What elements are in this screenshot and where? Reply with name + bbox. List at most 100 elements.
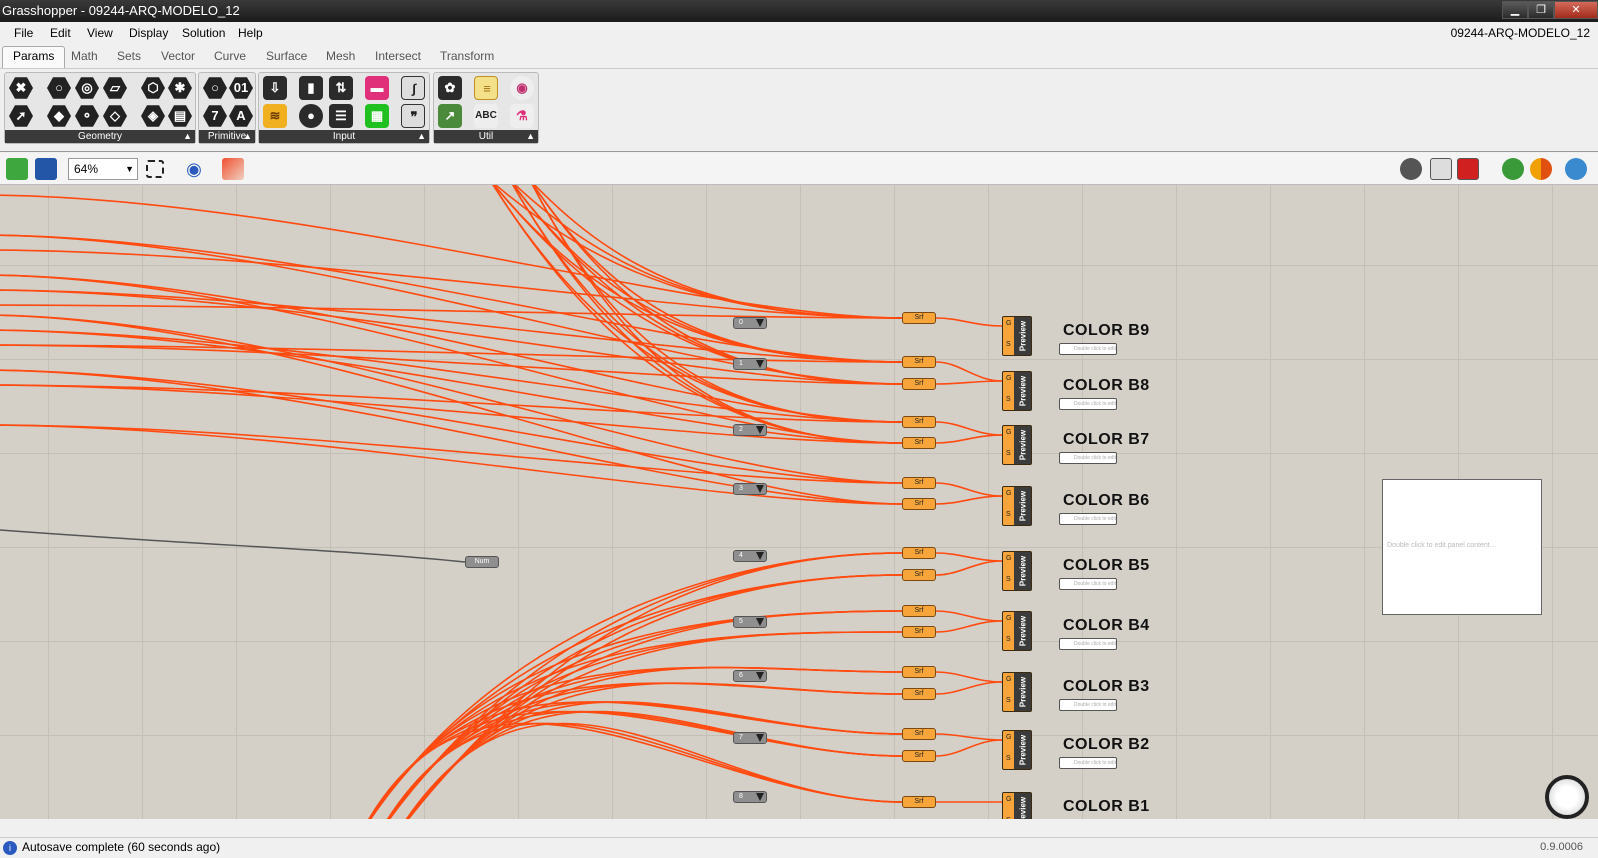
custom-preview-component[interactable]: G SPreview — [1002, 792, 1032, 819]
srf-param[interactable]: Srf — [902, 437, 936, 449]
plane-param-icon[interactable]: ◆ — [47, 105, 71, 127]
colour-panel[interactable]: Double click to edit — [1059, 452, 1117, 464]
colour-panel[interactable]: Double click to edit — [1059, 757, 1117, 769]
panel-component[interactable]: Double click to edit panel content… — [1382, 479, 1542, 615]
number-slider[interactable]: 0 — [733, 317, 767, 329]
string-param-icon[interactable]: A — [229, 105, 253, 127]
number-slider[interactable]: 1 — [733, 358, 767, 370]
geometry-input[interactable]: G — [1006, 320, 1011, 327]
navigation-compass-icon[interactable] — [1545, 775, 1589, 819]
colour-panel[interactable]: Double click to edit — [1059, 699, 1117, 711]
colour-swatch-icon[interactable]: ▬ — [365, 76, 389, 100]
slider-grip-icon[interactable] — [756, 426, 764, 434]
srf-param[interactable]: Srf — [902, 688, 936, 700]
circle-param-icon[interactable]: ○ — [47, 77, 71, 99]
param-viewer-icon[interactable]: ↗ — [438, 104, 462, 128]
shader-input[interactable]: S — [1006, 341, 1011, 348]
button-object-icon[interactable]: ▮ — [299, 76, 323, 100]
zoom-select[interactable]: 64% ▼ — [68, 158, 138, 180]
number-slider[interactable]: 4 — [733, 550, 767, 562]
tab-curve[interactable]: Curve — [214, 49, 246, 63]
colour-panel[interactable]: Double click to edit — [1059, 398, 1117, 410]
colour-panel[interactable]: Double click to edit — [1059, 513, 1117, 525]
circular-arc-param-icon[interactable]: ◎ — [75, 77, 99, 99]
srf-param[interactable]: Srf — [902, 626, 936, 638]
srf-param[interactable]: Srf — [902, 666, 936, 678]
menu-solution[interactable]: Solution — [182, 26, 225, 40]
menu-file[interactable]: File — [14, 26, 33, 40]
preview-mode-icon[interactable] — [1400, 158, 1422, 180]
save-file-icon[interactable] — [35, 158, 57, 180]
shader-input[interactable]: S — [1006, 450, 1011, 457]
slider-grip-icon[interactable] — [756, 552, 764, 560]
slider-grip-icon[interactable] — [756, 360, 764, 368]
value-list-icon[interactable]: ☰ — [329, 104, 353, 128]
number-slider[interactable]: 6 — [733, 670, 767, 682]
srf-param[interactable]: Srf — [902, 312, 936, 324]
preview-settings-icon[interactable] — [1565, 158, 1587, 180]
wireframe-icon[interactable] — [1430, 158, 1452, 180]
close-button[interactable]: ✕ — [1554, 1, 1598, 19]
shaded-preview-icon[interactable] — [1457, 158, 1479, 180]
minimize-button[interactable]: ▁ — [1502, 1, 1528, 19]
mesh-param-icon[interactable]: ◈ — [141, 105, 165, 127]
geometry-input[interactable]: G — [1006, 734, 1011, 741]
group-label-geometry[interactable]: Geometry ▲ — [5, 130, 195, 143]
number-slider[interactable]: 2 — [733, 424, 767, 436]
slider-grip-icon[interactable] — [756, 485, 764, 493]
fitness-flask-icon[interactable]: ⚗ — [510, 104, 534, 128]
srf-param[interactable]: Srf — [902, 498, 936, 510]
tab-params[interactable]: Params — [2, 46, 66, 68]
rectangle-param-icon[interactable]: ◇ — [103, 105, 127, 127]
custom-preview-component[interactable]: G SPreview — [1002, 316, 1032, 356]
geometry-input[interactable]: G — [1006, 615, 1011, 622]
num-param[interactable]: Num — [465, 556, 499, 568]
srf-param[interactable]: Srf — [902, 416, 936, 428]
menu-edit[interactable]: Edit — [50, 26, 71, 40]
gradient-icon[interactable]: ≋ — [263, 104, 287, 128]
boolean-toggle-icon[interactable]: ⇅ — [329, 76, 353, 100]
colour-panel[interactable]: Double click to edit — [1059, 343, 1117, 355]
cluster-icon[interactable]: ✿ — [438, 76, 462, 100]
slider-grip-icon[interactable] — [756, 672, 764, 680]
shader-input[interactable]: S — [1006, 755, 1011, 762]
open-file-icon[interactable] — [6, 158, 28, 180]
panel-icon[interactable]: ❞ — [401, 104, 425, 128]
slider-grip-icon[interactable] — [756, 319, 764, 327]
sketch-icon[interactable] — [222, 158, 244, 180]
number-slider[interactable]: 3 — [733, 483, 767, 495]
grasshopper-canvas[interactable]: 0 1 2 3 4 5 6 7 8 Srf Srf Srf Srf Srf Srf Srf Srf Srf Srf S… — [0, 185, 1598, 819]
group-label-primitive[interactable]: Primitive ▲ — [199, 130, 255, 143]
number-slider[interactable]: 8 — [733, 791, 767, 803]
number-slider[interactable]: 7 — [733, 732, 767, 744]
tab-transform[interactable]: Transform — [440, 49, 494, 63]
menu-display[interactable]: Display — [129, 26, 168, 40]
menu-view[interactable]: View — [87, 26, 113, 40]
shader-input[interactable]: S — [1006, 817, 1011, 819]
tab-mesh[interactable]: Mesh — [326, 49, 355, 63]
shader-input[interactable]: S — [1006, 576, 1011, 583]
control-knob-icon[interactable]: ● — [299, 104, 323, 128]
custom-preview-component[interactable]: G SPreview — [1002, 425, 1032, 465]
box-param-icon[interactable]: ▱ — [103, 77, 127, 99]
srf-param[interactable]: Srf — [902, 477, 936, 489]
slider-grip-icon[interactable] — [756, 793, 764, 801]
shader-input[interactable]: S — [1006, 697, 1011, 704]
custom-preview-component[interactable]: G SPreview — [1002, 371, 1032, 411]
geometry-param-icon[interactable]: ✖ — [9, 77, 33, 99]
geometry-input[interactable]: G — [1006, 555, 1011, 562]
colour-panel[interactable]: Double click to edit — [1059, 578, 1117, 590]
shader-input[interactable]: S — [1006, 636, 1011, 643]
custom-preview-component[interactable]: G SPreview — [1002, 730, 1032, 770]
geometry-input[interactable]: G — [1006, 375, 1011, 382]
slider-grip-icon[interactable] — [756, 618, 764, 626]
geometry-input[interactable]: G — [1006, 490, 1011, 497]
document-preview-icon[interactable] — [1530, 158, 1552, 180]
srf-param[interactable]: Srf — [902, 569, 936, 581]
colour-panel[interactable]: Double click to edit — [1059, 638, 1117, 650]
data-recorder-icon[interactable]: ◉ — [510, 76, 534, 100]
srf-param[interactable]: Srf — [902, 356, 936, 368]
zoom-extents-icon[interactable] — [146, 160, 164, 178]
custom-preview-component[interactable]: G SPreview — [1002, 486, 1032, 526]
number-slider[interactable]: 5 — [733, 616, 767, 628]
